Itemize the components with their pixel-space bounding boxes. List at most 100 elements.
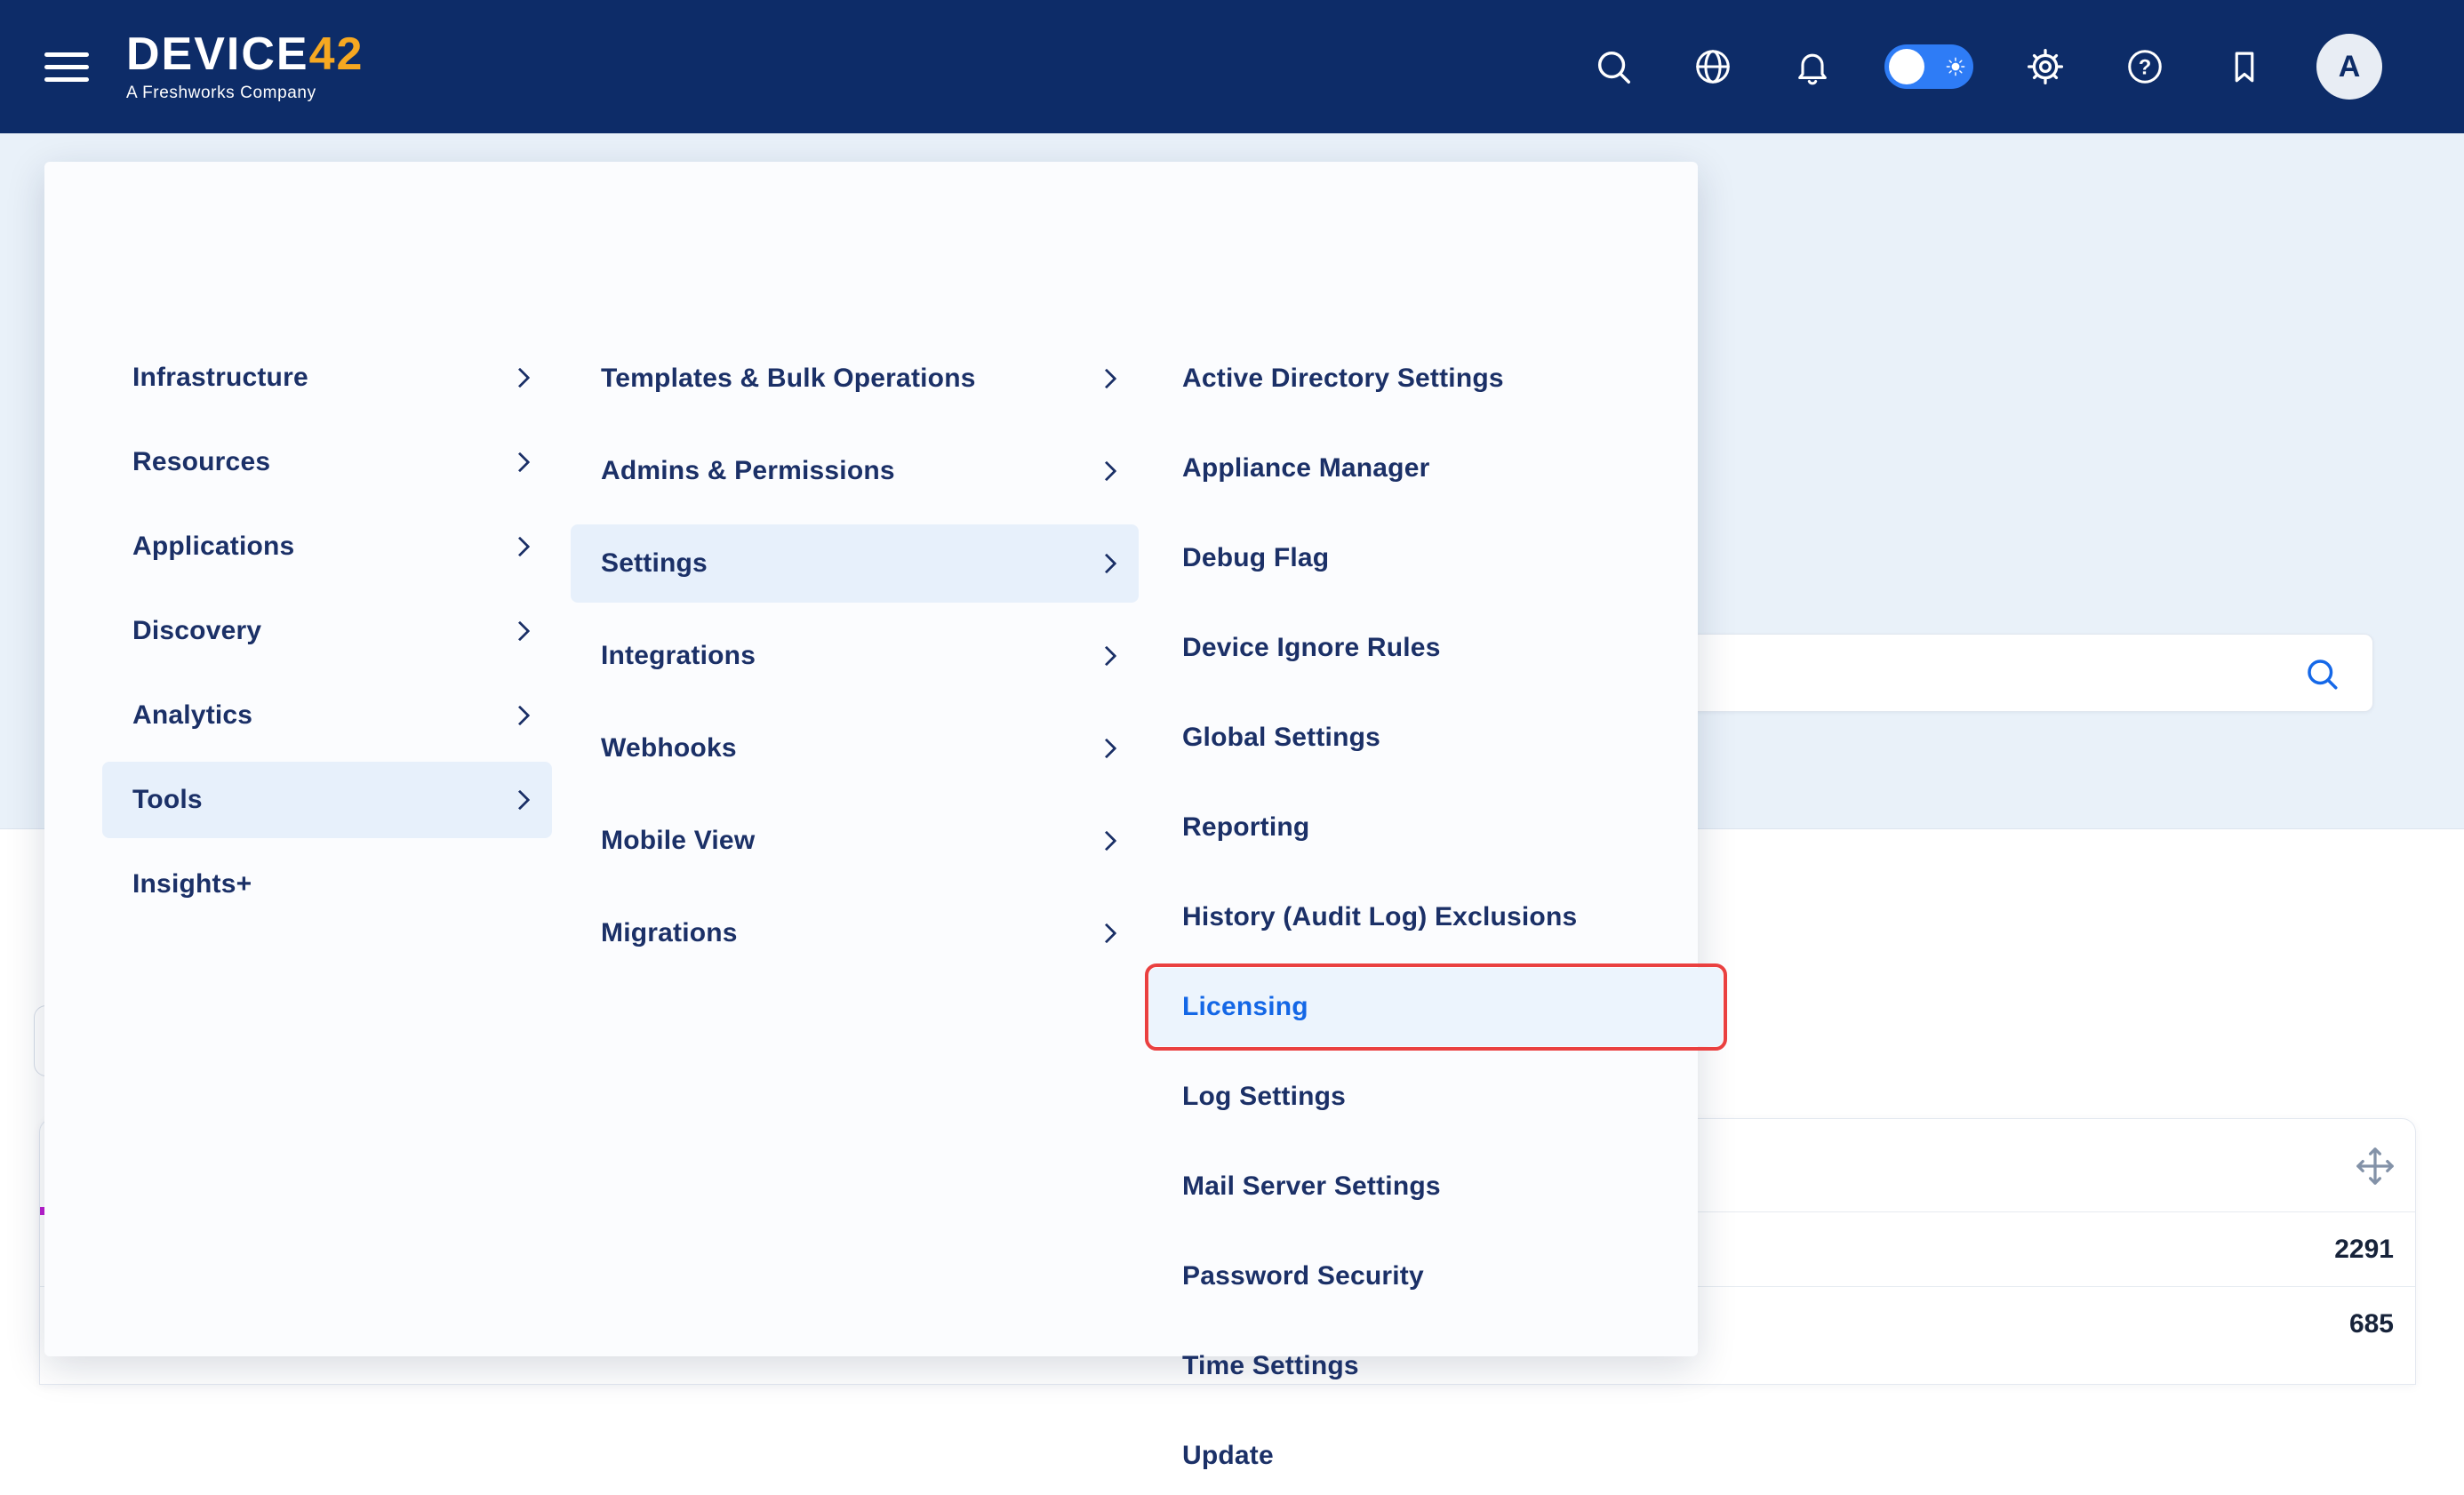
globe-icon [1692,46,1733,87]
menu-item-label: Infrastructure [132,363,308,393]
search-button[interactable] [1586,39,1641,94]
chevron-right-icon [1097,461,1117,482]
menu-item-label: Time Settings [1182,1351,1359,1381]
navbar-left: DEVICE42 A Freshworks Company [0,31,364,103]
chevron-right-icon [1097,646,1117,667]
menu-column-primary: Infrastructure Resources Applications Disco… [102,340,552,923]
bookmarks-button[interactable] [2217,39,2272,94]
menu-item-label: Debug Flag [1182,543,1329,573]
gear-icon [2025,46,2066,87]
chevron-right-icon [510,368,531,388]
main-navigation-menu: Infrastructure Resources Applications Disco… [44,162,1698,1356]
notifications-button[interactable] [1785,39,1840,94]
menu-item-label: Webhooks [601,733,737,763]
chevron-right-icon [510,790,531,811]
menu-item-global-settings[interactable]: Global Settings [1149,699,1723,777]
menu-item-label: Tools [132,785,203,815]
menu-item-label: Settings [601,548,708,579]
menu-item-label: Password Security [1182,1261,1424,1291]
help-button[interactable]: ? [2117,39,2172,94]
chevron-right-icon [510,452,531,473]
menu-item-label: Mail Server Settings [1182,1171,1441,1202]
bookmark-icon [2226,48,2263,85]
chevron-right-icon [1097,369,1117,389]
search-icon [2303,655,2340,692]
menu-item-mail-server-settings[interactable]: Mail Server Settings [1149,1147,1723,1226]
drag-handle[interactable] [2355,1146,2396,1191]
menu-item-label: Device Ignore Rules [1182,633,1441,663]
user-avatar[interactable]: A [2316,34,2382,100]
menu-item-label: Appliance Manager [1182,453,1429,484]
menu-column-settings-submenu: Active Directory Settings Appliance Manag… [1149,340,1723,1495]
menu-item-licensing[interactable]: Licensing [1149,968,1723,1046]
menu-item-label: Insights+ [132,869,252,899]
menu-item-insights+[interactable]: Insights+ [102,846,552,923]
menu-item-infrastructure[interactable]: Infrastructure [102,340,552,416]
menu-item-label: Applications [132,532,294,562]
move-arrows-icon [2355,1146,2396,1187]
menu-item-label: Mobile View [601,826,755,856]
menu-item-active-directory-settings[interactable]: Active Directory Settings [1149,340,1723,418]
menu-item-tools[interactable]: Tools [102,762,552,838]
menu-item-admins-permissions[interactable]: Admins & Permissions [571,432,1139,510]
menu-item-label: Licensing [1182,992,1308,1022]
menu-item-label: Update [1182,1441,1274,1471]
table-row-value: 685 [2349,1309,2394,1339]
menu-item-label: Log Settings [1182,1082,1346,1112]
chevron-right-icon [510,621,531,642]
menu-item-templates-bulk-operations[interactable]: Templates & Bulk Operations [571,340,1139,418]
menu-item-label: Active Directory Settings [1182,364,1504,394]
menu-item-debug-flag[interactable]: Debug Flag [1149,519,1723,597]
navbar-right: ? A [1586,34,2464,100]
menu-item-label: Migrations [601,918,738,948]
menu-item-label: Reporting [1182,812,1309,843]
chevron-right-icon [1097,554,1117,574]
toggle-knob-icon [1889,49,1924,84]
chevron-right-icon [1097,923,1117,944]
top-navbar: DEVICE42 A Freshworks Company [0,0,2464,133]
search-icon [1593,46,1634,87]
menu-item-update[interactable]: Update [1149,1417,1723,1495]
menu-item-label: History (Audit Log) Exclusions [1182,902,1577,932]
help-icon: ? [2124,46,2165,87]
menu-item-analytics[interactable]: Analytics [102,677,552,754]
search-submit-button[interactable] [2303,655,2340,697]
menu-item-settings[interactable]: Settings [571,524,1139,603]
menu-item-applications[interactable]: Applications [102,508,552,585]
menu-item-reporting[interactable]: Reporting [1149,788,1723,867]
menu-item-log-settings[interactable]: Log Settings [1149,1058,1723,1136]
menu-item-label: Integrations [601,641,756,671]
menu-item-webhooks[interactable]: Webhooks [571,709,1139,787]
avatar-initial: A [2339,50,2361,84]
chevron-right-icon [1097,739,1117,759]
menu-item-label: Analytics [132,700,252,731]
device42-logo[interactable]: DEVICE42 A Freshworks Company [126,31,364,103]
logo-tagline: A Freshworks Company [126,84,364,103]
chevron-right-icon [510,706,531,726]
menu-item-label: Templates & Bulk Operations [601,364,976,394]
menu-item-migrations[interactable]: Migrations [571,894,1139,972]
svg-text:?: ? [2139,55,2152,79]
menu-item-password-security[interactable]: Password Security [1149,1237,1723,1315]
menu-item-resources[interactable]: Resources [102,424,552,500]
theme-toggle[interactable] [1884,44,1973,89]
menu-item-discovery[interactable]: Discovery [102,593,552,669]
menu-item-label: Global Settings [1182,723,1380,753]
bell-icon [1793,47,1832,86]
menu-item-label: Resources [132,447,270,477]
menu-item-mobile-view[interactable]: Mobile View [571,802,1139,880]
table-row-value: 2291 [2334,1235,2394,1265]
menu-item-device-ignore-rules[interactable]: Device Ignore Rules [1149,609,1723,687]
menu-item-label: Discovery [132,616,261,646]
menu-column-tools-submenu: Templates & Bulk Operations Admins & Perm… [571,340,1139,972]
sun-icon [1946,57,1965,76]
settings-button[interactable] [2018,39,2073,94]
language-globe-button[interactable] [1685,39,1740,94]
menu-item-history-audit-log-exclusions[interactable]: History (Audit Log) Exclusions [1149,878,1723,956]
menu-item-time-settings[interactable]: Time Settings [1149,1327,1723,1405]
chevron-right-icon [510,537,531,557]
menu-item-appliance-manager[interactable]: Appliance Manager [1149,429,1723,508]
menu-item-integrations[interactable]: Integrations [571,617,1139,695]
chevron-right-icon [1097,831,1117,851]
hamburger-menu-button[interactable] [44,52,89,82]
